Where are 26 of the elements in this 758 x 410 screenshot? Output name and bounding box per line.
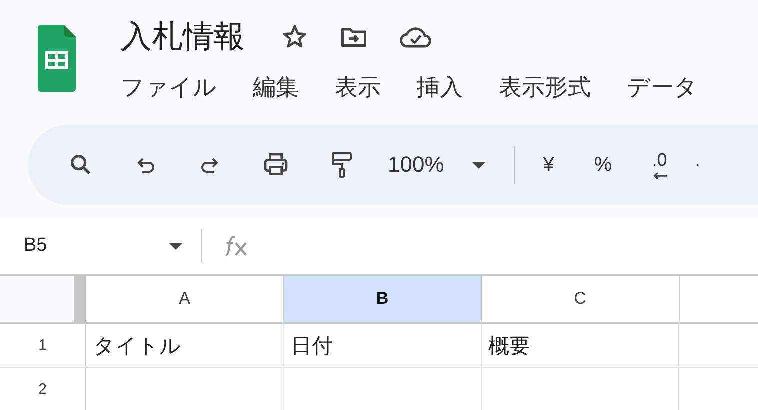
zoom-select[interactable]: 100% (388, 152, 444, 178)
caret-icon[interactable] (472, 162, 486, 168)
menu-item[interactable]: データ (627, 72, 698, 103)
table-cell: タイトル (86, 324, 284, 367)
paint-roller-icon[interactable] (330, 150, 354, 180)
name-box[interactable]: B5 (24, 235, 169, 257)
column-header[interactable]: C (482, 276, 680, 322)
row-header[interactable]: 1 (0, 324, 86, 367)
menu-item[interactable]: ファイル (121, 72, 217, 103)
increase-decimal-button[interactable]: . (695, 150, 700, 180)
decrease-decimal-button[interactable]: .0 (652, 150, 668, 180)
spreadsheet-logo-icon[interactable] (38, 25, 76, 93)
menu-item[interactable]: 表示 (335, 72, 381, 103)
table-cell: 概要 (482, 324, 680, 367)
cloud-check-icon[interactable] (399, 25, 433, 49)
percent-button[interactable]: % (594, 154, 612, 176)
arrow-icon (653, 172, 668, 180)
table-cell: 日付 (284, 324, 482, 367)
caret-icon[interactable] (169, 242, 183, 250)
document-title[interactable]: 入札情報 (121, 16, 245, 58)
menu-item[interactable]: 表示形式 (499, 72, 591, 103)
column-header[interactable]: B (284, 276, 482, 322)
currency-button[interactable]: ¥ (543, 154, 554, 176)
row-header[interactable]: 2 (0, 368, 86, 410)
menu-item[interactable]: 編集 (253, 72, 299, 103)
menu-item[interactable]: 挿入 (417, 72, 463, 103)
